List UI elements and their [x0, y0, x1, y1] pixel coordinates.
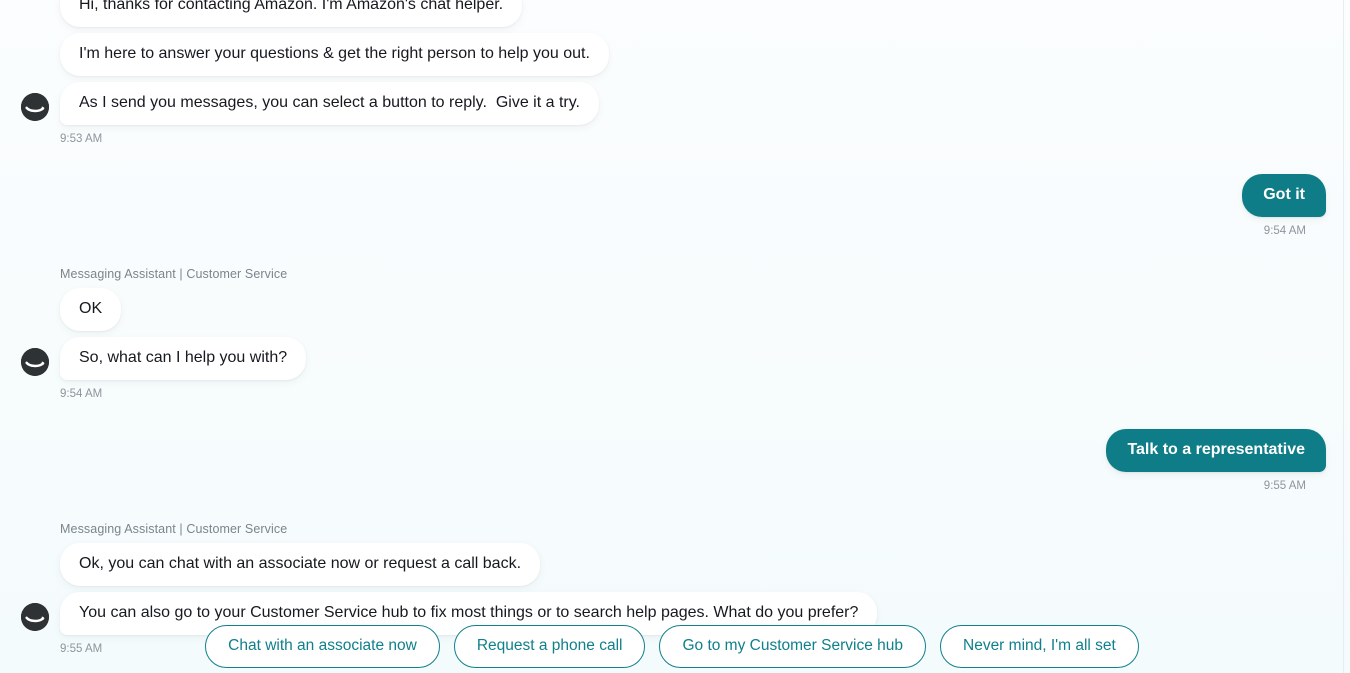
sender-label: Messaging Assistant | Customer Service	[60, 522, 288, 536]
quick-reply-never-mind[interactable]: Never mind, I'm all set	[940, 625, 1139, 668]
message-timestamp: 9:55 AM	[1263, 480, 1306, 492]
message-group-user-2: Talk to a representative 9:55 AM	[10, 429, 1326, 493]
sender-label: Messaging Assistant | Customer Service	[60, 267, 288, 281]
turn-spacer	[10, 238, 1326, 266]
bubble-stack: OK So, what can I help you with?	[60, 288, 1326, 380]
message-timestamp: 9:53 AM	[60, 133, 103, 145]
quick-reply-customer-service-hub[interactable]: Go to my Customer Service hub	[659, 625, 926, 668]
turn-spacer	[10, 401, 1326, 429]
message-group-user-1: Got it 9:54 AM	[10, 174, 1326, 238]
turn-spacer	[10, 146, 1326, 174]
bot-message-row: Ok, you can chat with an associate now o…	[10, 543, 1326, 635]
bot-bubble: I'm here to answer your questions & get …	[60, 33, 609, 76]
quick-reply-request-phone-call[interactable]: Request a phone call	[453, 625, 646, 668]
quick-reply-bar: Chat with an associate now Request a pho…	[0, 625, 1344, 668]
turn-spacer	[10, 493, 1326, 521]
amazon-smile-avatar-icon	[21, 348, 49, 376]
bubble-stack: Hi, thanks for contacting Amazon. I'm Am…	[60, 0, 1326, 125]
bot-bubble: Hi, thanks for contacting Amazon. I'm Am…	[60, 0, 523, 27]
bot-message-row: OK So, what can I help you with?	[10, 288, 1326, 380]
bot-bubble: So, what can I help you with?	[60, 337, 307, 380]
bot-bubble: Ok, you can chat with an associate now o…	[60, 543, 541, 586]
message-timestamp: 9:54 AM	[1263, 225, 1306, 237]
user-bubble: Talk to a representative	[1106, 429, 1326, 472]
amazon-smile-avatar-icon	[21, 93, 49, 121]
chat-transcript[interactable]: Hi, thanks for contacting Amazon. I'm Am…	[0, 0, 1344, 656]
chat-window: Hi, thanks for contacting Amazon. I'm Am…	[0, 0, 1350, 673]
user-bubble: Got it	[1242, 174, 1326, 217]
message-group-bot-1: Hi, thanks for contacting Amazon. I'm Am…	[10, 0, 1326, 146]
bot-message-row: Hi, thanks for contacting Amazon. I'm Am…	[10, 0, 1326, 125]
quick-reply-chat-with-associate[interactable]: Chat with an associate now	[205, 625, 440, 668]
bot-bubble: OK	[60, 288, 122, 331]
message-timestamp: 9:54 AM	[60, 388, 103, 400]
message-group-bot-2: Messaging Assistant | Customer Service O…	[10, 266, 1326, 401]
bubble-stack: Ok, you can chat with an associate now o…	[60, 543, 1326, 635]
bot-bubble: As I send you messages, you can select a…	[60, 82, 599, 125]
